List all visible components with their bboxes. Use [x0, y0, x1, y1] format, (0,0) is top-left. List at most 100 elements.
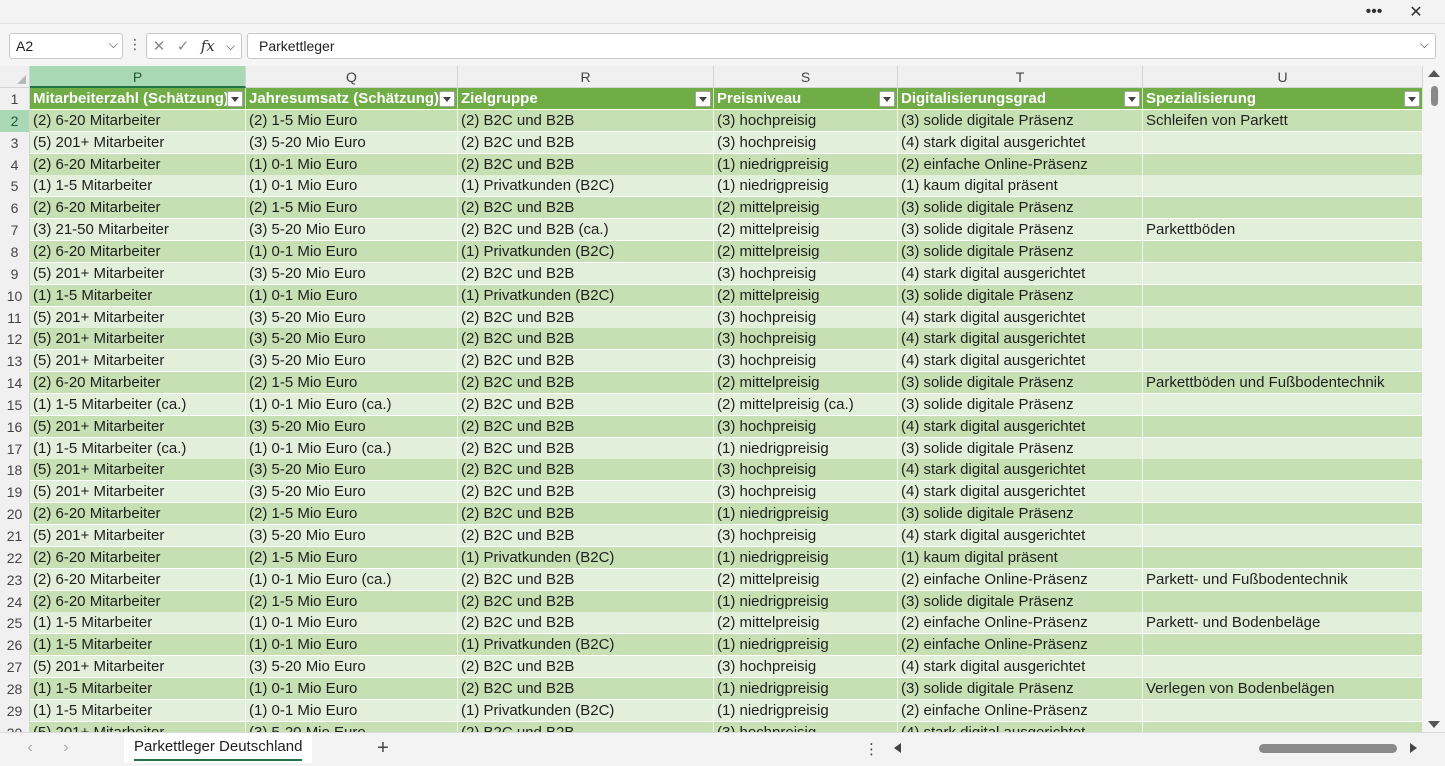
row-header[interactable]: 18: [0, 459, 30, 482]
table-cell[interactable]: (1) 1-5 Mitarbeiter (ca.): [30, 437, 246, 460]
table-cell[interactable]: (2) B2C und B2B: [458, 677, 714, 700]
row-header[interactable]: 9: [0, 262, 30, 285]
table-cell[interactable]: (3) 5-20 Mio Euro: [246, 328, 458, 351]
table-cell[interactable]: [1143, 656, 1423, 679]
filter-dropdown-icon[interactable]: [227, 91, 243, 107]
table-cell[interactable]: (1) 0-1 Mio Euro: [246, 612, 458, 635]
table-cell[interactable]: (5) 201+ Mitarbeiter: [30, 721, 246, 732]
sheet-tab-parkettleger[interactable]: Parkettleger Deutschland: [124, 733, 313, 763]
table-cell[interactable]: (3) hochpreisig: [714, 262, 898, 285]
table-cell[interactable]: (2) 6-20 Mitarbeiter: [30, 590, 246, 613]
column-header-p[interactable]: P: [30, 66, 246, 88]
table-cell[interactable]: (1) Privatkunden (B2C): [458, 699, 714, 722]
vertical-scroll-thumb[interactable]: [1431, 86, 1438, 106]
table-cell[interactable]: (3) solide digitale Präsenz: [898, 590, 1143, 613]
filter-dropdown-icon[interactable]: [695, 91, 711, 107]
table-cell[interactable]: (5) 201+ Mitarbeiter: [30, 350, 246, 373]
table-cell[interactable]: (2) einfache Online-Präsenz: [898, 153, 1143, 176]
horizontal-scroll-thumb[interactable]: [1259, 744, 1397, 753]
table-cell[interactable]: (3) hochpreisig: [714, 131, 898, 154]
row-header[interactable]: 6: [0, 197, 30, 220]
table-cell[interactable]: (3) solide digitale Präsenz: [898, 240, 1143, 263]
table-cell[interactable]: (1) 1-5 Mitarbeiter: [30, 175, 246, 198]
table-cell[interactable]: (3) hochpreisig: [714, 459, 898, 482]
table-cell[interactable]: (2) B2C und B2B: [458, 437, 714, 460]
row-header[interactable]: 13: [0, 350, 30, 373]
column-header-t[interactable]: T: [898, 66, 1143, 88]
table-cell[interactable]: (3) solide digitale Präsenz: [898, 393, 1143, 416]
select-all-corner[interactable]: [0, 66, 30, 88]
table-cell[interactable]: (5) 201+ Mitarbeiter: [30, 459, 246, 482]
filter-dropdown-icon[interactable]: [1404, 91, 1420, 107]
table-header-cell[interactable]: Digitalisierungsgrad: [898, 88, 1143, 110]
table-cell[interactable]: [1143, 699, 1423, 722]
table-cell[interactable]: (1) niedrigpreisig: [714, 699, 898, 722]
table-cell[interactable]: (3) 5-20 Mio Euro: [246, 415, 458, 438]
scroll-left-icon[interactable]: [894, 743, 901, 753]
table-cell[interactable]: Parkettböden und Fußbodentechnik: [1143, 372, 1423, 395]
row-header[interactable]: 3: [0, 131, 30, 154]
next-sheet-icon[interactable]: ›: [56, 739, 76, 757]
table-cell[interactable]: (3) solide digitale Präsenz: [898, 503, 1143, 526]
filter-dropdown-icon[interactable]: [439, 91, 455, 107]
table-cell[interactable]: (3) 5-20 Mio Euro: [246, 219, 458, 242]
table-cell[interactable]: (1) 1-5 Mitarbeiter (ca.): [30, 393, 246, 416]
table-cell[interactable]: Parkett- und Fußbodentechnik: [1143, 568, 1423, 591]
prev-sheet-icon[interactable]: ‹: [20, 739, 40, 757]
table-cell[interactable]: (2) B2C und B2B: [458, 350, 714, 373]
table-cell[interactable]: (3) solide digitale Präsenz: [898, 109, 1143, 132]
table-cell[interactable]: (1) 1-5 Mitarbeiter: [30, 699, 246, 722]
table-cell[interactable]: (2) 1-5 Mio Euro: [246, 546, 458, 569]
table-cell[interactable]: (1) Privatkunden (B2C): [458, 284, 714, 307]
table-cell[interactable]: (3) hochpreisig: [714, 350, 898, 373]
table-cell[interactable]: (2) mittelpreisig (ca.): [714, 393, 898, 416]
table-cell[interactable]: (2) einfache Online-Präsenz: [898, 699, 1143, 722]
table-cell[interactable]: (3) 5-20 Mio Euro: [246, 525, 458, 547]
table-cell[interactable]: [1143, 459, 1423, 482]
table-cell[interactable]: [1143, 481, 1423, 504]
scroll-up-icon[interactable]: [1428, 70, 1440, 77]
table-cell[interactable]: (3) 5-20 Mio Euro: [246, 459, 458, 482]
column-header-q[interactable]: Q: [246, 66, 458, 88]
table-header-cell[interactable]: Jahresumsatz (Schätzung): [246, 88, 458, 110]
row-header[interactable]: 2: [0, 109, 30, 132]
table-cell[interactable]: (1) niedrigpreisig: [714, 590, 898, 613]
table-cell[interactable]: (2) B2C und B2B: [458, 131, 714, 154]
table-cell[interactable]: (1) 0-1 Mio Euro (ca.): [246, 393, 458, 416]
table-cell[interactable]: (3) hochpreisig: [714, 306, 898, 329]
table-cell[interactable]: (3) solide digitale Präsenz: [898, 437, 1143, 460]
table-cell[interactable]: (2) mittelpreisig: [714, 612, 898, 635]
table-cell[interactable]: (4) stark digital ausgerichtet: [898, 481, 1143, 504]
row-header[interactable]: 14: [0, 372, 30, 395]
row-header[interactable]: 17: [0, 437, 30, 460]
row-header[interactable]: 19: [0, 481, 30, 504]
table-cell[interactable]: Schleifen von Parkett: [1143, 109, 1423, 132]
table-cell[interactable]: (1) niedrigpreisig: [714, 546, 898, 569]
table-header-cell[interactable]: Mitarbeiterzahl (Schätzung): [30, 88, 246, 110]
table-cell[interactable]: (2) 1-5 Mio Euro: [246, 372, 458, 395]
add-sheet-icon[interactable]: +: [373, 737, 393, 760]
table-cell[interactable]: (1) niedrigpreisig: [714, 175, 898, 198]
table-cell[interactable]: (4) stark digital ausgerichtet: [898, 350, 1143, 373]
row-header[interactable]: 25: [0, 612, 30, 635]
table-cell[interactable]: (3) solide digitale Präsenz: [898, 284, 1143, 307]
row-header[interactable]: 5: [0, 175, 30, 198]
table-cell[interactable]: (2) 6-20 Mitarbeiter: [30, 546, 246, 569]
table-cell[interactable]: (1) Privatkunden (B2C): [458, 546, 714, 569]
table-cell[interactable]: (2) 6-20 Mitarbeiter: [30, 240, 246, 263]
table-cell[interactable]: (2) 6-20 Mitarbeiter: [30, 197, 246, 220]
table-cell[interactable]: (2) einfache Online-Präsenz: [898, 612, 1143, 635]
filter-dropdown-icon[interactable]: [1124, 91, 1140, 107]
vertical-scrollbar[interactable]: [1423, 66, 1445, 732]
table-cell[interactable]: (1) 0-1 Mio Euro: [246, 677, 458, 700]
table-header-cell[interactable]: Zielgruppe: [458, 88, 714, 110]
table-cell[interactable]: (3) hochpreisig: [714, 109, 898, 132]
table-cell[interactable]: (3) 5-20 Mio Euro: [246, 656, 458, 679]
vertical-dots-icon[interactable]: ⋮: [864, 740, 879, 758]
table-cell[interactable]: (2) B2C und B2B: [458, 568, 714, 591]
table-cell[interactable]: (1) 1-5 Mitarbeiter: [30, 677, 246, 700]
table-cell[interactable]: [1143, 175, 1423, 198]
scroll-right-icon[interactable]: [1410, 743, 1417, 753]
table-cell[interactable]: (1) 0-1 Mio Euro (ca.): [246, 437, 458, 460]
table-cell[interactable]: (2) B2C und B2B: [458, 109, 714, 132]
